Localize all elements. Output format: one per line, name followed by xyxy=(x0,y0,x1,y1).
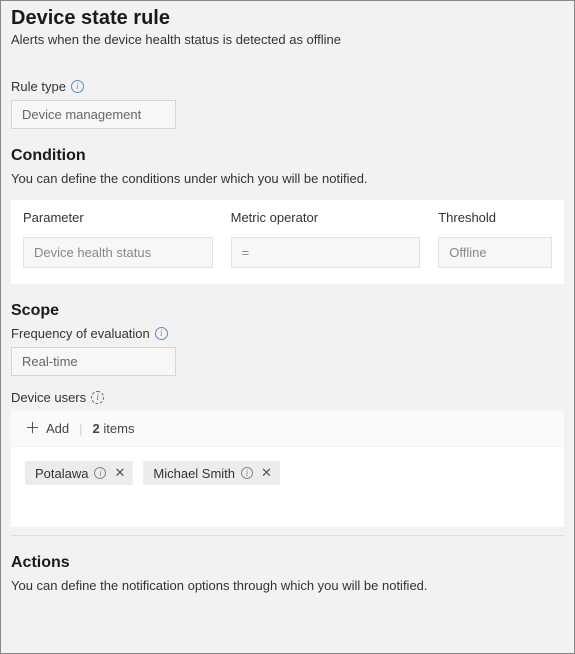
threshold-header: Threshold xyxy=(438,210,552,225)
device-users-label: Device users i xyxy=(11,390,564,405)
items-count-word: items xyxy=(103,421,134,436)
condition-heading: Condition xyxy=(1,129,574,171)
frequency-label: Frequency of evaluation i xyxy=(11,326,564,341)
info-icon[interactable]: i xyxy=(91,391,104,404)
user-chip-name: Potalawa xyxy=(35,466,88,481)
scope-heading: Scope xyxy=(1,284,574,326)
operator-field: = xyxy=(231,237,421,268)
users-toolbar: ＋ Add | 2 items xyxy=(11,411,564,447)
rule-type-label-text: Rule type xyxy=(11,79,66,94)
rule-type-label: Rule type i xyxy=(11,79,564,94)
frequency-field: Real-time xyxy=(11,347,176,376)
user-chip[interactable]: Michael Smith i ✕ xyxy=(143,461,280,485)
remove-user-button[interactable]: ✕ xyxy=(259,465,274,481)
info-icon[interactable]: i xyxy=(155,327,168,340)
actions-description: You can define the notification options … xyxy=(1,578,574,607)
plus-icon: ＋ xyxy=(25,421,40,436)
condition-card: Parameter Device health status Metric op… xyxy=(11,200,564,284)
add-label: Add xyxy=(46,421,69,436)
toolbar-divider: | xyxy=(79,421,82,436)
threshold-field: Offline xyxy=(438,237,552,268)
user-chip-name: Michael Smith xyxy=(153,466,235,481)
rule-type-field: Device management xyxy=(11,100,176,129)
operator-header: Metric operator xyxy=(231,210,421,225)
parameter-field: Device health status xyxy=(23,237,213,268)
add-user-button[interactable]: ＋ Add xyxy=(25,421,69,436)
page-title: Device state rule xyxy=(1,1,574,32)
device-users-label-text: Device users xyxy=(11,390,86,405)
items-count-number: 2 xyxy=(93,421,100,436)
page-subtitle: Alerts when the device health status is … xyxy=(1,32,574,65)
remove-user-button[interactable]: ✕ xyxy=(112,465,127,481)
parameter-header: Parameter xyxy=(23,210,213,225)
frequency-label-text: Frequency of evaluation xyxy=(11,326,150,341)
info-icon[interactable]: i xyxy=(241,467,253,479)
info-icon[interactable]: i xyxy=(71,80,84,93)
condition-description: You can define the conditions under whic… xyxy=(1,171,574,200)
device-users-card: ＋ Add | 2 items Potalawa i ✕ Michael Smi… xyxy=(11,411,564,527)
actions-heading: Actions xyxy=(1,536,574,578)
user-chips: Potalawa i ✕ Michael Smith i ✕ xyxy=(11,447,564,527)
items-count: 2 items xyxy=(93,421,135,436)
user-chip[interactable]: Potalawa i ✕ xyxy=(25,461,133,485)
info-icon[interactable]: i xyxy=(94,467,106,479)
